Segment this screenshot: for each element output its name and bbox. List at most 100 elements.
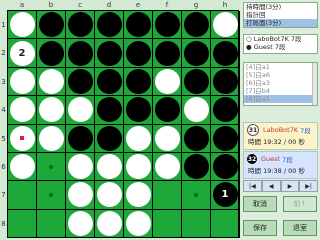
- board-cell-d2[interactable]: [95, 39, 124, 68]
- board-cell-c6[interactable]: [66, 152, 95, 182]
- cancel-button[interactable]: 取消: [243, 196, 277, 212]
- prev-button[interactable]: 前↑: [283, 196, 317, 212]
- board-cell-f5[interactable]: [153, 124, 182, 153]
- board-cell-h6[interactable]: [211, 152, 240, 182]
- player2-name: Guest: [261, 155, 281, 163]
- board-cell-f7[interactable]: [153, 181, 182, 210]
- black-disc: [212, 68, 238, 94]
- legal-move-hint: [49, 192, 53, 197]
- board-cell-g1[interactable]: [182, 11, 211, 40]
- board-cell-h5[interactable]: [211, 124, 240, 153]
- board-cell-b5[interactable]: [37, 124, 66, 153]
- board-cell-g8[interactable]: [182, 209, 211, 238]
- board-cell-d3[interactable]: [95, 67, 124, 97]
- board-cell-f1[interactable]: [153, 11, 182, 40]
- board-cell-a1[interactable]: [8, 11, 37, 40]
- board-cell-e4[interactable]: [124, 96, 153, 125]
- board-cell-a5[interactable]: [8, 124, 37, 153]
- board-cell-h3[interactable]: [211, 67, 240, 97]
- board-cell-f2[interactable]: [153, 39, 182, 68]
- board-cell-c3[interactable]: [66, 67, 95, 97]
- board-cell-d6[interactable]: [95, 152, 124, 182]
- board-cell-d8[interactable]: [95, 209, 124, 238]
- column-label-e: e: [135, 1, 141, 9]
- board-cell-e7[interactable]: [124, 181, 153, 210]
- board-cell-g5[interactable]: [182, 124, 211, 153]
- board-cell-a2[interactable]: 2: [8, 39, 37, 68]
- board-cell-e5[interactable]: [124, 124, 153, 153]
- board-cell-b7[interactable]: [37, 181, 66, 210]
- move-item[interactable]: [5]白a6: [244, 71, 317, 79]
- white-disc: [125, 210, 151, 236]
- black-disc: [96, 68, 122, 94]
- board-cell-c4[interactable]: [66, 96, 95, 125]
- board-cell-a6[interactable]: [8, 152, 37, 182]
- board-cell-e8[interactable]: [124, 209, 153, 238]
- board-cell-f3[interactable]: [153, 67, 182, 97]
- board-cell-e6[interactable]: [124, 152, 153, 182]
- board-cell-c2[interactable]: [66, 39, 95, 68]
- board-cell-e3[interactable]: [124, 67, 153, 97]
- board-cell-e2[interactable]: [124, 39, 153, 68]
- board-cell-h1[interactable]: [211, 11, 240, 40]
- board-cell-c8[interactable]: [66, 209, 95, 238]
- move-list[interactable]: [4]白a1 [5]白a6 [6]白a3 [7]白b4 [8]白a1: [243, 62, 318, 106]
- board-cell-f4[interactable]: [153, 96, 182, 125]
- move-item[interactable]: [8]白a1: [244, 95, 317, 103]
- black-disc: [67, 40, 93, 66]
- move-item[interactable]: [7]白b4: [244, 87, 317, 95]
- board-cell-d5[interactable]: [95, 124, 124, 153]
- board-cell-g6[interactable]: [182, 152, 211, 182]
- first-move-button[interactable]: |◀: [243, 180, 262, 192]
- player2-rank: 7段: [282, 156, 293, 164]
- board-cell-c1[interactable]: [66, 11, 95, 40]
- board-cell-g4[interactable]: [182, 96, 211, 125]
- board-cell-b8[interactable]: [37, 209, 66, 238]
- history-item[interactable]: 打局面(3分): [244, 19, 317, 27]
- board-cell-b3[interactable]: [37, 67, 66, 97]
- board-cell-a4[interactable]: [8, 96, 37, 125]
- board-cell-d4[interactable]: [95, 96, 124, 125]
- move-list-scrollbar[interactable]: [312, 63, 317, 105]
- board-cell-g3[interactable]: [182, 67, 211, 97]
- move-item[interactable]: [4]白a1: [244, 63, 317, 71]
- white-disc: [67, 154, 93, 180]
- board-cell-h7[interactable]: 1: [211, 181, 240, 210]
- history-item[interactable]: 持時間(3分): [244, 3, 317, 11]
- board-cell-d7[interactable]: [95, 181, 124, 210]
- white-disc: [96, 154, 122, 180]
- board-cell-a7[interactable]: [8, 181, 37, 210]
- save-button[interactable]: 保存: [243, 220, 277, 236]
- board-cell-a8[interactable]: [8, 209, 37, 238]
- board-cell-h8[interactable]: [211, 209, 240, 238]
- board-cell-f6[interactable]: [153, 152, 182, 182]
- prev-move-button[interactable]: ◀: [261, 180, 281, 192]
- board-cell-c5[interactable]: [66, 124, 95, 153]
- history-item[interactable]: 指計回: [244, 11, 317, 19]
- white-disc: [9, 68, 35, 94]
- othello-board[interactable]: 21: [7, 10, 240, 238]
- side-panel: 持時間(3分) 指計回 打局面(3分) ○ LaboBot7K 7段 ● Gue…: [241, 0, 320, 240]
- next-move-button[interactable]: ▶: [280, 180, 300, 192]
- last-move-button[interactable]: ▶|: [299, 180, 318, 192]
- board-cell-a3[interactable]: [8, 67, 37, 97]
- board-cell-g2[interactable]: [182, 39, 211, 68]
- board-cell-b6[interactable]: [37, 152, 66, 182]
- exit-button[interactable]: 退室: [283, 220, 317, 236]
- board-cell-g7[interactable]: [182, 181, 211, 210]
- board-cell-d1[interactable]: [95, 11, 124, 40]
- board-cell-b1[interactable]: [37, 11, 66, 40]
- player-entry: LaboBot7K 7段: [253, 35, 302, 43]
- last-move-marker: [20, 136, 24, 141]
- board-cell-b2[interactable]: [37, 39, 66, 68]
- board-cell-h2[interactable]: [211, 39, 240, 68]
- board-cell-h4[interactable]: [211, 96, 240, 125]
- history-list[interactable]: 持時間(3分) 指計回 打局面(3分): [243, 2, 318, 28]
- board-cell-c7[interactable]: [66, 181, 95, 210]
- white-disc: [125, 125, 151, 151]
- board-cell-b4[interactable]: [37, 96, 66, 125]
- board-cell-e1[interactable]: [124, 11, 153, 40]
- white-disc: [96, 182, 122, 208]
- move-item[interactable]: [6]白a3: [244, 79, 317, 87]
- board-cell-f8[interactable]: [153, 209, 182, 238]
